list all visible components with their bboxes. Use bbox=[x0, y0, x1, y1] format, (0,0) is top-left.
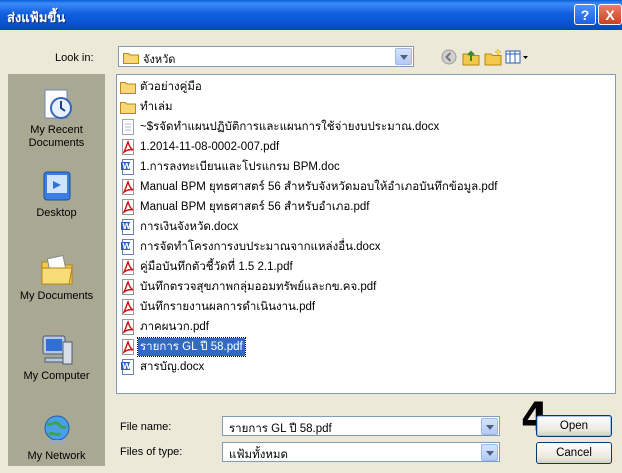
my-computer-icon bbox=[42, 335, 72, 365]
desktop-icon bbox=[43, 171, 70, 201]
file-name-text: ทำเล่ม bbox=[140, 101, 173, 113]
file-list-item[interactable]: บันทึกตรวจสุขภาพกลุ่มออมทรัพย์และกข.คจ.p… bbox=[120, 278, 378, 296]
file-upload-dialog: ส่งแฟ้มขึ้น ? X Look in: จังหวัด My Rece… bbox=[0, 0, 622, 473]
view-menu-icon[interactable] bbox=[505, 48, 529, 66]
file-name-text: 1.การลงทะเบียนและโปรแกรม BPM.doc bbox=[140, 161, 340, 173]
file-name-text: ภาคผนวก.pdf bbox=[140, 321, 209, 333]
file-name-field[interactable]: รายการ GL ปี 58.pdf bbox=[222, 416, 500, 436]
look-in-label: Look in: bbox=[55, 52, 94, 64]
pdf-file-icon bbox=[120, 299, 136, 315]
chevron-down-icon[interactable] bbox=[481, 418, 498, 435]
word-document-icon: W bbox=[120, 159, 136, 175]
file-list-item[interactable]: ภาคผนวก.pdf bbox=[120, 318, 211, 336]
folder-icon bbox=[123, 53, 139, 64]
my-network-icon bbox=[44, 415, 69, 444]
pdf-file-icon bbox=[120, 199, 136, 215]
file-name-text: รายการ GL ปี 58.pdf bbox=[137, 337, 246, 357]
svg-text:W: W bbox=[122, 242, 131, 251]
file-name-text: Manual BPM ยุทธศาสตร์ 56 สำหรับจังหวัดมอ… bbox=[140, 181, 498, 193]
file-name-text: การจัดทำโครงการงบประมาณจากแหล่งอื่น.docx bbox=[140, 241, 381, 253]
place-my-recent-documents[interactable]: My Recent Documents bbox=[8, 86, 105, 150]
recent-documents-icon bbox=[44, 89, 72, 119]
new-folder-icon[interactable] bbox=[484, 48, 502, 66]
pdf-file-icon bbox=[120, 259, 136, 275]
file-list-item[interactable]: คู่มือบันทึกตัวชี้วัดที่ 1.5 2.1.pdf bbox=[120, 258, 295, 276]
file-list-item[interactable]: ทำเล่ม bbox=[120, 98, 175, 116]
folder-icon bbox=[120, 99, 136, 115]
file-name-text: ~$รจัดทำแผนปฏิบัติการและแผนการใช้จ่ายงบป… bbox=[140, 121, 440, 133]
svg-text:W: W bbox=[122, 162, 131, 171]
file-list-item[interactable]: W การเงินจังหวัด.docx bbox=[120, 218, 240, 236]
places-bar: My Recent Documents Desktop My Documents… bbox=[8, 74, 105, 466]
pdf-file-icon bbox=[120, 139, 136, 155]
place-desktop[interactable]: Desktop bbox=[8, 169, 105, 220]
word-document-icon: W bbox=[120, 359, 136, 375]
file-name-text: 1.2014-11-08-0002-007.pdf bbox=[140, 141, 280, 153]
file-list-item[interactable]: บันทึกรายงานผลการดำเนินงาน.pdf bbox=[120, 298, 317, 316]
chevron-down-icon[interactable] bbox=[481, 444, 498, 461]
word-document-icon: W bbox=[120, 239, 136, 255]
title-bar: ส่งแฟ้มขึ้น ? X bbox=[0, 0, 622, 30]
word-document-icon: W bbox=[120, 219, 136, 235]
place-label: My Documents bbox=[19, 290, 94, 302]
look-in-value: จังหวัด bbox=[143, 54, 176, 66]
window-title: ส่งแฟ้มขึ้น bbox=[7, 10, 66, 25]
chevron-down-icon[interactable] bbox=[395, 48, 412, 65]
file-list-item[interactable]: W การจัดทำโครงการงบประมาณจากแหล่งอื่น.doc… bbox=[120, 238, 382, 256]
pdf-file-icon bbox=[120, 339, 136, 355]
file-list-item[interactable]: W สารบัญ.docx bbox=[120, 358, 206, 376]
file-name-text: บันทึกตรวจสุขภาพกลุ่มออมทรัพย์และกข.คจ.p… bbox=[140, 281, 377, 293]
pdf-file-icon bbox=[120, 179, 136, 195]
svg-text:W: W bbox=[122, 222, 131, 231]
place-label: My Network bbox=[27, 450, 86, 462]
pdf-file-icon bbox=[120, 279, 136, 295]
file-name-text: คู่มือบันทึกตัวชี้วัดที่ 1.5 2.1.pdf bbox=[140, 261, 293, 273]
close-button[interactable]: X bbox=[598, 4, 622, 25]
file-list-item[interactable]: ตัวอย่างคู่มือ bbox=[120, 78, 204, 96]
back-icon[interactable] bbox=[440, 48, 458, 66]
file-list-item[interactable]: W 1.การลงทะเบียนและโปรแกรม BPM.doc bbox=[120, 158, 342, 176]
file-name-text: การเงินจังหวัด.docx bbox=[140, 221, 239, 233]
file-list-item[interactable]: 1.2014-11-08-0002-007.pdf bbox=[120, 138, 281, 156]
up-folder-icon[interactable] bbox=[462, 48, 480, 66]
file-name-value: รายการ GL ปี 58.pdf bbox=[229, 423, 332, 435]
help-button[interactable]: ? bbox=[574, 4, 596, 25]
temp-file-icon bbox=[120, 119, 136, 135]
file-list[interactable]: ตัวอย่างคู่มือทำเล่ม ~$รจัดทำแผนปฏิบัติกา… bbox=[116, 74, 616, 394]
place-my-computer[interactable]: My Computer bbox=[8, 332, 105, 383]
file-name-text: สารบัญ.docx bbox=[140, 361, 205, 373]
place-label: Desktop bbox=[36, 207, 77, 219]
open-button[interactable]: Open bbox=[536, 415, 612, 437]
look-in-dropdown[interactable]: จังหวัด bbox=[118, 46, 414, 67]
file-list-item[interactable]: Manual BPM ยุทธศาสตร์ 56 สำหรับอำเภอ.pdf bbox=[120, 198, 371, 216]
files-of-type-label: Files of type: bbox=[120, 446, 183, 458]
file-list-item[interactable]: ~$รจัดทำแผนปฏิบัติการและแผนการใช้จ่ายงบป… bbox=[120, 118, 441, 136]
files-of-type-dropdown[interactable]: แฟ้มทั้งหมด bbox=[222, 442, 500, 462]
place-label: My Recent Documents bbox=[28, 124, 85, 149]
cancel-button[interactable]: Cancel bbox=[536, 442, 612, 464]
file-name-label: File name: bbox=[120, 421, 172, 433]
files-of-type-value: แฟ้มทั้งหมด bbox=[229, 449, 288, 461]
file-name-text: Manual BPM ยุทธศาสตร์ 56 สำหรับอำเภอ.pdf bbox=[140, 201, 370, 213]
file-list-item[interactable]: Manual BPM ยุทธศาสตร์ 56 สำหรับจังหวัดมอ… bbox=[120, 178, 499, 196]
folder-icon bbox=[120, 79, 136, 95]
place-my-network[interactable]: My Network bbox=[8, 412, 105, 463]
pdf-file-icon bbox=[120, 319, 136, 335]
file-list-item[interactable]: รายการ GL ปี 58.pdf bbox=[120, 337, 246, 357]
my-documents-icon bbox=[41, 254, 73, 285]
place-my-documents[interactable]: My Documents bbox=[8, 252, 105, 303]
file-name-text: บันทึกรายงานผลการดำเนินงาน.pdf bbox=[140, 301, 316, 313]
place-label: My Computer bbox=[23, 370, 90, 382]
svg-text:W: W bbox=[122, 362, 131, 371]
file-name-text: ตัวอย่างคู่มือ bbox=[140, 81, 202, 93]
